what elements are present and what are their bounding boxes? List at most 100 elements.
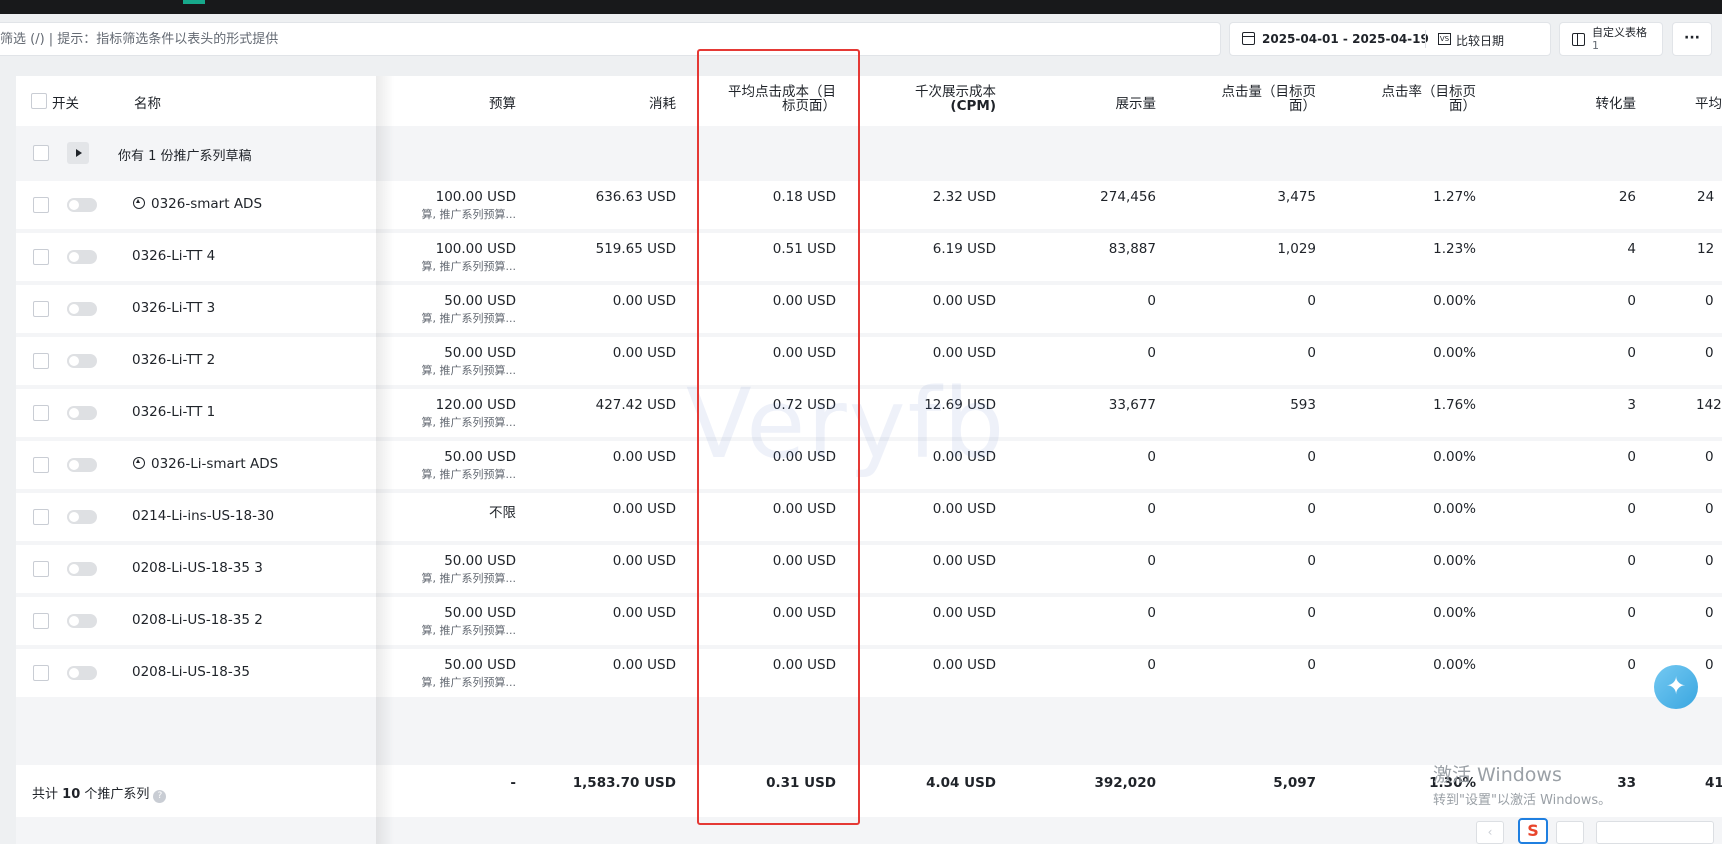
row-checkbox[interactable] bbox=[33, 613, 49, 629]
campaign-name-link[interactable]: 0214-Li-ins-US-18-30 bbox=[132, 508, 274, 524]
table-row[interactable]: 0326-Li-smart ADS 50.00 USD 算, 推广系列预算... 0.… bbox=[16, 441, 1722, 489]
row-budget[interactable]: 50.00 USD 算, 推广系列预算... bbox=[422, 293, 516, 326]
row-budget[interactable]: 50.00 USD 算, 推广系列预算... bbox=[422, 657, 516, 690]
row-budget[interactable]: 50.00 USD 算, 推广系列预算... bbox=[422, 345, 516, 378]
row-toggle-switch[interactable] bbox=[67, 458, 97, 472]
campaign-name[interactable]: 0326-Li-TT 3 bbox=[132, 300, 215, 316]
row-ctr: 0.00% bbox=[1433, 501, 1476, 517]
expand-arrow-icon[interactable] bbox=[67, 142, 89, 164]
row-budget[interactable]: 100.00 USD 算, 推广系列预算... bbox=[422, 189, 516, 222]
header-ctr-line1: 点击率（目标页 bbox=[1381, 84, 1477, 100]
campaign-name-link[interactable]: 0326-Li-TT 3 bbox=[132, 300, 215, 316]
custom-table-button[interactable]: 自定义表格 1 bbox=[1559, 22, 1663, 56]
campaign-name[interactable]: 0208-Li-US-18-35 3 bbox=[132, 560, 263, 576]
date-range-value[interactable]: 2025-04-01 - 2025-04-19 bbox=[1262, 32, 1429, 46]
header-avg-cpc[interactable]: 平均点击成本（目 标页面） bbox=[728, 85, 836, 113]
assistant-icon[interactable] bbox=[1654, 665, 1698, 709]
row-budget[interactable]: 50.00 USD 算, 推广系列预算... bbox=[422, 449, 516, 482]
table-row[interactable]: 0208-Li-US-18-35 50.00 USD 算, 推广系列预算... 0.0… bbox=[16, 649, 1722, 697]
row-budget-value: 50.00 USD bbox=[444, 449, 516, 465]
row-checkbox[interactable] bbox=[33, 457, 49, 473]
date-range-picker[interactable]: 2025-04-01 - 2025-04-19 VS 比较日期 bbox=[1229, 22, 1551, 56]
row-toggle-switch[interactable] bbox=[67, 406, 97, 420]
header-name[interactable]: 名称 bbox=[134, 92, 161, 112]
campaign-name[interactable]: 0326-Li-TT 1 bbox=[132, 404, 215, 420]
select-all-checkbox[interactable] bbox=[31, 93, 47, 109]
row-toggle-switch[interactable] bbox=[67, 302, 97, 316]
table-row[interactable]: 0326-smart ADS 100.00 USD 算, 推广系列预算... 636.… bbox=[16, 181, 1722, 229]
campaign-name[interactable]: 0208-Li-US-18-35 bbox=[132, 664, 250, 680]
prev-page-button[interactable]: ‹ bbox=[1476, 821, 1504, 844]
row-clicks: 0 bbox=[1307, 449, 1316, 465]
draft-checkbox[interactable] bbox=[33, 145, 49, 161]
table-row[interactable]: 0208-Li-US-18-35 3 50.00 USD 算, 推广系列预算... 0… bbox=[16, 545, 1722, 593]
table-row[interactable]: 0208-Li-US-18-35 2 50.00 USD 算, 推广系列预算... 0… bbox=[16, 597, 1722, 645]
campaign-name-link[interactable]: 0208-Li-US-18-35 2 bbox=[132, 612, 263, 628]
header-clicks[interactable]: 点击量（目标页 面） bbox=[1222, 85, 1317, 113]
table-row[interactable]: 0326-Li-TT 2 50.00 USD 算, 推广系列预算... 0.00 US… bbox=[16, 337, 1722, 385]
header-conversions[interactable]: 转化量 bbox=[1596, 92, 1637, 112]
row-toggle-switch[interactable] bbox=[67, 198, 97, 212]
header-avg-partial[interactable]: 平均 bbox=[1695, 92, 1722, 112]
row-budget[interactable]: 不限 bbox=[489, 501, 516, 522]
row-budget[interactable]: 50.00 USD 算, 推广系列预算... bbox=[422, 605, 516, 638]
row-avg-partial: 0 bbox=[1705, 605, 1714, 621]
campaign-name-link[interactable]: 0208-Li-US-18-35 bbox=[132, 664, 250, 680]
campaign-name-link[interactable]: 0326-Li-TT 1 bbox=[132, 404, 215, 420]
more-button[interactable]: ··· bbox=[1672, 22, 1712, 56]
row-checkbox[interactable] bbox=[33, 353, 49, 369]
table-row[interactable]: 0326-Li-TT 4 100.00 USD 算, 推广系列预算... 519.65… bbox=[16, 233, 1722, 281]
compare-date-button[interactable]: 比较日期 bbox=[1456, 32, 1504, 49]
row-avg-cpc: 0.00 USD bbox=[772, 293, 836, 309]
draft-notice[interactable]: 你有 1 份推广系列草稿 bbox=[118, 145, 252, 164]
windows-activation-subtitle: 转到"设置"以激活 Windows。 bbox=[1433, 793, 1612, 808]
table-row[interactable]: 0326-Li-TT 3 50.00 USD 算, 推广系列预算... 0.00 US… bbox=[16, 285, 1722, 333]
row-budget[interactable]: 50.00 USD 算, 推广系列预算... bbox=[422, 553, 516, 586]
total-cpm: 4.04 USD bbox=[926, 775, 996, 791]
campaign-name[interactable]: 0326-Li-TT 4 bbox=[132, 248, 215, 264]
header-spend[interactable]: 消耗 bbox=[649, 92, 676, 112]
row-cpm: 12.69 USD bbox=[924, 397, 996, 413]
row-checkbox[interactable] bbox=[33, 301, 49, 317]
row-checkbox[interactable] bbox=[33, 197, 49, 213]
row-avg-cpc: 0.00 USD bbox=[772, 553, 836, 569]
row-toggle-switch[interactable] bbox=[67, 562, 97, 576]
row-budget[interactable]: 120.00 USD 算, 推广系列预算... bbox=[422, 397, 516, 430]
campaign-name[interactable]: 0214-Li-ins-US-18-30 bbox=[132, 508, 274, 524]
row-checkbox[interactable] bbox=[33, 509, 49, 525]
help-icon[interactable]: ? bbox=[153, 790, 167, 803]
next-page-button[interactable] bbox=[1556, 821, 1584, 844]
filter-input[interactable] bbox=[0, 23, 1200, 55]
header-ctr[interactable]: 点击率（目标页 面） bbox=[1382, 85, 1477, 113]
table-row[interactable]: 0326-Li-TT 1 120.00 USD 算, 推广系列预算... 427.42… bbox=[16, 389, 1722, 437]
campaign-name-link[interactable]: 0326-Li-TT 4 bbox=[132, 248, 215, 264]
page-size-select[interactable] bbox=[1596, 821, 1714, 844]
row-checkbox[interactable] bbox=[33, 561, 49, 577]
table-row[interactable]: 0214-Li-ins-US-18-30 不限 0.00 USD 0.00 USD 0.… bbox=[16, 493, 1722, 541]
row-toggle-switch[interactable] bbox=[67, 614, 97, 628]
row-cpm: 0.00 USD bbox=[932, 449, 996, 465]
header-toggle[interactable]: 开关 bbox=[52, 92, 79, 112]
header-impressions[interactable]: 展示量 bbox=[1116, 92, 1157, 112]
campaign-name-link[interactable]: 0326-Li-smart ADS bbox=[133, 456, 278, 472]
row-budget[interactable]: 100.00 USD 算, 推广系列预算... bbox=[422, 241, 516, 274]
row-checkbox[interactable] bbox=[33, 405, 49, 421]
header-cpm[interactable]: 千次展示成本 (CPM) bbox=[915, 85, 996, 113]
row-toggle-switch[interactable] bbox=[67, 354, 97, 368]
filter-bar[interactable] bbox=[0, 22, 1221, 56]
campaign-name[interactable]: 0208-Li-US-18-35 2 bbox=[132, 612, 263, 628]
campaign-name-link[interactable]: 0326-smart ADS bbox=[133, 196, 262, 212]
ime-logo-icon[interactable]: S bbox=[1518, 818, 1548, 844]
header-budget[interactable]: 预算 bbox=[489, 92, 516, 112]
row-toggle-switch[interactable] bbox=[67, 250, 97, 264]
windows-activation-notice: 激活 Windows 转到"设置"以激活 Windows。 bbox=[1433, 760, 1611, 808]
campaign-name-link[interactable]: 0208-Li-US-18-35 3 bbox=[132, 560, 263, 576]
campaign-name[interactable]: 0326-smart ADS bbox=[151, 196, 262, 212]
row-checkbox[interactable] bbox=[33, 665, 49, 681]
row-toggle-switch[interactable] bbox=[67, 510, 97, 524]
campaign-name[interactable]: 0326-Li-smart ADS bbox=[151, 456, 278, 472]
campaign-name-link[interactable]: 0326-Li-TT 2 bbox=[132, 352, 215, 368]
row-checkbox[interactable] bbox=[33, 249, 49, 265]
row-toggle-switch[interactable] bbox=[67, 666, 97, 680]
campaign-name[interactable]: 0326-Li-TT 2 bbox=[132, 352, 215, 368]
